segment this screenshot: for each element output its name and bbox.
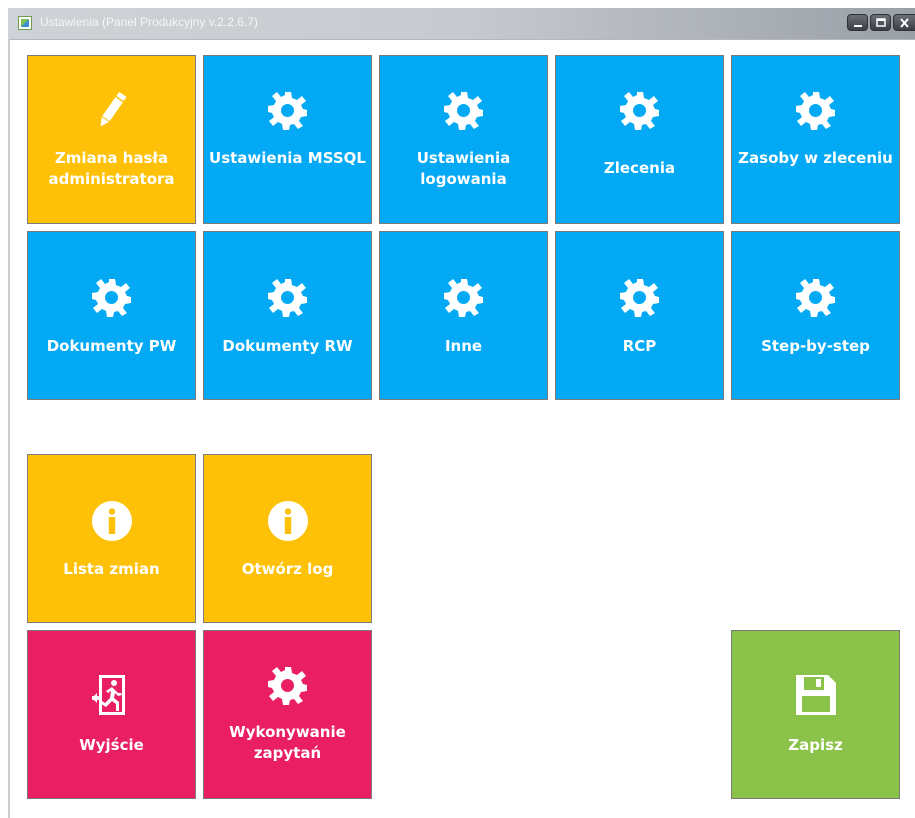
pw-documents-tile[interactable]: Dokumenty PW (27, 231, 196, 400)
maximize-icon (876, 18, 886, 27)
run-queries-tile[interactable]: Wykonywanie zapytań (203, 630, 372, 799)
step-by-step-label: Step-by-step (761, 337, 870, 355)
minimize-icon (854, 25, 862, 27)
minimize-button[interactable] (847, 14, 868, 31)
gear-icon (619, 90, 660, 130)
title-bar[interactable]: Ustawienia (Panel Produkcyjny v.2.2.6.7) (8, 8, 915, 40)
mssql-settings-tile[interactable]: Ustawienia MSSQL (203, 55, 372, 224)
gear-icon (795, 277, 836, 317)
rcp-tile[interactable]: RCP (555, 231, 724, 400)
gear-icon (443, 90, 484, 130)
other-tile[interactable]: Inne (379, 231, 548, 400)
gear-icon (619, 277, 660, 317)
rw-documents-label: Dokumenty RW (222, 337, 353, 355)
rw-documents-tile[interactable]: Dokumenty RW (203, 231, 372, 400)
save-tile[interactable]: Zapisz (731, 630, 900, 799)
admin-password-tile[interactable]: Zmiana hasła administratora (27, 55, 196, 224)
gear-icon (443, 277, 484, 317)
step-by-step-tile[interactable]: Step-by-step (731, 231, 900, 400)
other-label: Inne (444, 337, 483, 355)
pencil-icon (92, 90, 132, 130)
login-settings-label: Ustawienia logowania (416, 149, 511, 188)
order-resources-label: Zasoby w zleceniu (738, 149, 893, 167)
gear-icon (267, 277, 308, 317)
close-button[interactable] (893, 14, 915, 31)
save-label: Zapisz (788, 736, 843, 754)
exit-label: Wyjście (79, 736, 144, 754)
app-icon (18, 16, 32, 30)
gear-icon (795, 90, 836, 130)
open-log-tile[interactable]: Otwórz log (203, 454, 372, 623)
run-queries-label: Wykonywanie zapytań (229, 723, 346, 762)
open-log-label: Otwórz log (241, 560, 334, 578)
settings-window: Ustawienia (Panel Produkcyjny v.2.2.6.7) (0, 0, 915, 818)
login-settings-tile[interactable]: Ustawienia logowania (379, 55, 548, 224)
info-icon (267, 501, 308, 541)
close-icon (900, 18, 909, 28)
changelog-tile[interactable]: Lista zmian (27, 454, 196, 623)
gear-icon (267, 665, 308, 705)
floppy-disk-icon (795, 675, 836, 715)
info-icon (91, 501, 132, 541)
orders-label: Zlecenia (603, 159, 676, 177)
changelog-label: Lista zmian (63, 560, 160, 578)
window-title: Ustawienia (Panel Produkcyjny v.2.2.6.7) (40, 15, 258, 29)
mssql-settings-label: Ustawienia MSSQL (209, 149, 366, 167)
gear-icon (91, 277, 132, 317)
rcp-label: RCP (622, 337, 657, 355)
admin-password-label: Zmiana hasła administratora (48, 149, 175, 188)
orders-tile[interactable]: Zlecenia (555, 55, 724, 224)
window-left-border (8, 39, 10, 818)
order-resources-tile[interactable]: Zasoby w zleceniu (731, 55, 900, 224)
maximize-button[interactable] (870, 14, 891, 31)
pw-documents-label: Dokumenty PW (46, 337, 177, 355)
emergency-exit-icon (91, 675, 132, 715)
gear-icon (267, 90, 308, 130)
exit-tile[interactable]: Wyjście (27, 630, 196, 799)
